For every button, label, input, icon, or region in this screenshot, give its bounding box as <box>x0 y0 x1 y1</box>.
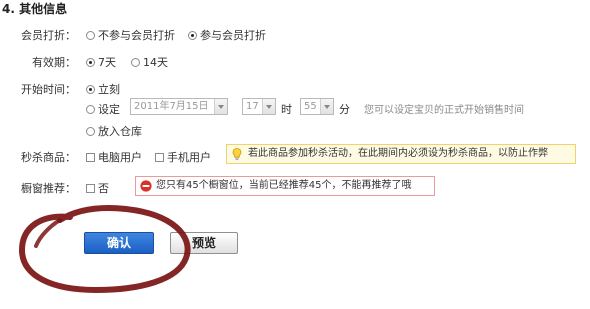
annotation-circle-mark <box>19 205 191 293</box>
